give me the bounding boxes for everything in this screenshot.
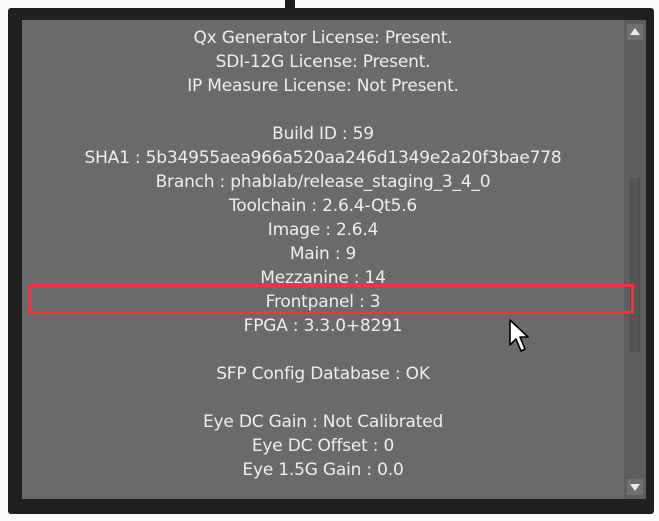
info-line-sdi-license: SDI-12G License: Present. [215,52,431,72]
info-line-sha1: SHA1 : 5b34955aea966a520aa246d1349e2a20f… [84,148,562,168]
info-line-main: Main : 9 [289,244,357,264]
info-line-image: Image : 2.6.4 [267,220,379,240]
info-text-list: Qx Generator License: Present. SDI-12G L… [22,26,624,482]
triangle-up-icon [630,28,640,35]
info-line-spacer [22,386,624,410]
info-line-fpga: FPGA : 3.3.0+8291 [243,316,403,336]
info-line-toolchain: Toolchain : 2.6.4-Qt5.6 [228,196,418,216]
info-line-qx-license: Qx Generator License: Present. [193,28,453,48]
info-line-build-id: Build ID : 59 [272,124,374,144]
scroll-thumb[interactable] [630,178,640,352]
info-line-ip-license: IP Measure License: Not Present. [187,76,459,96]
info-text-panel: Qx Generator License: Present. SDI-12G L… [22,20,624,499]
mouse-pointer-icon [508,318,532,358]
info-line-spacer [22,98,624,122]
frame-notch [285,0,295,10]
info-line-spacer [22,338,624,362]
scroll-up-button[interactable] [627,24,643,40]
mezzanine-highlight-box [28,284,634,314]
scroll-down-button[interactable] [627,479,643,495]
info-line-eye-dc-offset: Eye DC Offset : 0 [251,436,395,456]
info-line-branch: Branch : phablab/release_staging_3_4_0 [155,172,491,192]
info-line-eye-15g-gain: Eye 1.5G Gain : 0.0 [242,460,404,480]
info-line-eye-dc-gain: Eye DC Gain : Not Calibrated [202,412,444,432]
vertical-scrollbar[interactable] [624,20,646,499]
info-line-sfp-config: SFP Config Database : OK [216,364,430,384]
triangle-down-icon [630,484,640,491]
